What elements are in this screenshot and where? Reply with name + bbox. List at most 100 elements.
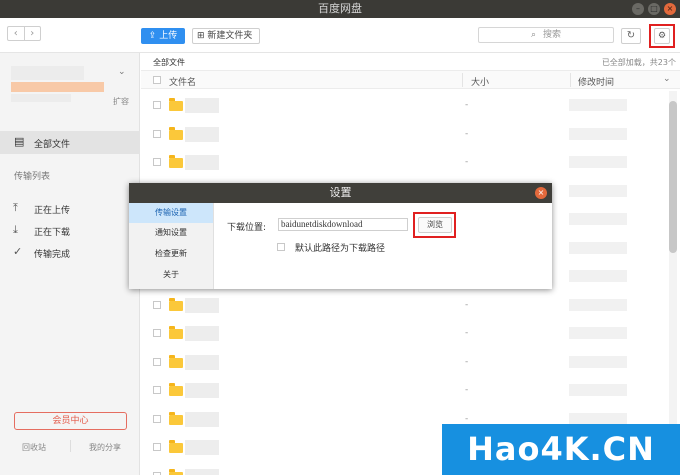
column-header-size[interactable]: 大小: [471, 75, 489, 88]
table-row[interactable]: -: [141, 91, 666, 120]
row-checkbox[interactable]: [153, 443, 161, 451]
table-row[interactable]: -: [141, 120, 666, 149]
file-name-redacted: [185, 383, 219, 398]
modified-date-redacted: [569, 156, 627, 168]
expand-storage-link[interactable]: 扩容: [113, 96, 129, 107]
modified-date-redacted: [569, 127, 627, 140]
dialog-title: 设置: [329, 186, 352, 199]
dialog-titlebar: 设置 ×: [129, 183, 552, 203]
row-checkbox[interactable]: [153, 471, 161, 475]
file-size: -: [465, 413, 469, 424]
file-name-redacted: [185, 326, 219, 341]
default-path-label[interactable]: 默认此路径为下载路径: [295, 241, 385, 254]
chevron-down-icon[interactable]: ⌄: [663, 74, 671, 84]
file-size: -: [465, 100, 469, 110]
folder-icon: [169, 98, 183, 111]
column-divider[interactable]: [570, 73, 571, 87]
table-row[interactable]: -: [141, 291, 666, 320]
new-folder-label: 新建文件夹: [207, 31, 253, 41]
table-row[interactable]: -: [141, 148, 666, 177]
upload-button[interactable]: ⇪ 上传: [141, 28, 185, 44]
sidebar: ⌄ 扩容 ▤ 全部文件 传输列表 ⤒ 正在上传 ⤓ 正在下载 ✓ 传输完成 会员…: [0, 53, 140, 475]
row-checkbox[interactable]: [153, 329, 161, 337]
column-divider[interactable]: [462, 73, 463, 87]
sidebar-item-uploading[interactable]: ⤒ 正在上传: [0, 198, 140, 218]
tab-transfer-settings[interactable]: 传输设置: [129, 203, 213, 223]
file-name-redacted: [185, 468, 219, 475]
close-icon[interactable]: ×: [664, 3, 676, 15]
folder-icon: [169, 155, 183, 168]
row-checkbox[interactable]: [153, 357, 161, 366]
highlight-box-browse: [413, 212, 456, 238]
table-row[interactable]: -: [141, 348, 666, 377]
footer-divider: [70, 440, 71, 452]
sidebar-item-downloading[interactable]: ⤓ 正在下载: [0, 220, 140, 240]
back-arrow-icon[interactable]: ‹: [8, 27, 25, 40]
load-status: 已全部加载，共23个: [601, 58, 676, 67]
row-checkbox[interactable]: [153, 101, 161, 109]
tab-about[interactable]: 关于: [129, 265, 213, 285]
scrollbar[interactable]: [669, 91, 677, 475]
file-name-redacted: [185, 155, 219, 170]
tab-notification-settings[interactable]: 通知设置: [129, 223, 213, 243]
file-size: -: [465, 356, 469, 367]
table-row[interactable]: -: [141, 376, 666, 405]
forward-arrow-icon[interactable]: ›: [25, 27, 41, 40]
table-row[interactable]: -: [141, 319, 666, 348]
file-name-redacted: [185, 440, 219, 455]
file-size: -: [465, 328, 469, 338]
row-checkbox[interactable]: [153, 414, 161, 423]
watermark-logo: Hao4K.CN: [442, 424, 680, 475]
search-input[interactable]: ⌕ 搜索: [478, 27, 614, 43]
toolbar: ‹ › ⇪ 上传 ⊞ 新建文件夹 ⌕ 搜索 ↻ ⚙: [0, 18, 680, 53]
upload-arrow-icon: ⤒: [13, 201, 18, 214]
table-header: 文件名 大小 修改时间 ⌄: [141, 70, 680, 89]
sidebar-item-label: 传输完成: [34, 250, 71, 260]
close-icon[interactable]: ×: [535, 187, 547, 199]
row-checkbox[interactable]: [153, 300, 161, 309]
upload-icon: ⇪: [148, 31, 157, 41]
row-checkbox[interactable]: [153, 158, 161, 166]
row-checkbox[interactable]: [153, 129, 161, 138]
settings-dialog: 设置 × 传输设置 通知设置 检查更新 关于 下载位置: baidunetdis…: [129, 183, 552, 289]
search-icon: ⌕: [531, 30, 537, 40]
download-path-field[interactable]: baidunetdiskdownload: [278, 218, 408, 231]
window-titlebar: 百度网盘 – □ ×: [0, 0, 680, 18]
maximize-icon[interactable]: □: [648, 3, 660, 15]
file-size: -: [465, 157, 469, 167]
modified-date-redacted: [569, 355, 627, 368]
row-checkbox[interactable]: [153, 386, 161, 394]
column-header-modified[interactable]: 修改时间: [578, 75, 614, 88]
sidebar-item-completed[interactable]: ✓ 传输完成: [0, 242, 140, 262]
tab-check-updates[interactable]: 检查更新: [129, 244, 213, 264]
column-header-name[interactable]: 文件名: [169, 75, 196, 88]
vip-center-button[interactable]: 会员中心: [14, 412, 127, 430]
select-all-checkbox[interactable]: [153, 76, 161, 84]
check-circle-icon: ✓: [13, 245, 23, 258]
chevron-down-icon[interactable]: ⌄: [118, 67, 126, 77]
modified-date-redacted: [569, 241, 627, 254]
refresh-button[interactable]: ↻: [621, 28, 641, 44]
modified-date-redacted: [569, 213, 627, 225]
file-name-redacted: [185, 126, 219, 142]
recycle-bin-link[interactable]: 回收站: [22, 442, 46, 453]
default-path-checkbox[interactable]: [277, 243, 285, 251]
transfer-list-heading: 传输列表: [14, 172, 51, 182]
folder-icon: [169, 126, 183, 140]
minimize-icon[interactable]: –: [632, 3, 644, 15]
scrollbar-thumb[interactable]: [669, 101, 677, 253]
account-name-redacted: [11, 66, 84, 80]
folder-icon: [169, 326, 183, 339]
my-shares-link[interactable]: 我的分享: [89, 442, 121, 453]
modified-date-redacted: [569, 184, 627, 197]
folder-icon: [169, 468, 183, 475]
folder-icon: [169, 440, 183, 453]
modified-date-redacted: [569, 327, 627, 339]
history-nav: ‹ ›: [7, 26, 41, 41]
new-folder-button[interactable]: ⊞ 新建文件夹: [192, 28, 260, 44]
breadcrumb[interactable]: 全部文件: [153, 57, 185, 68]
modified-date-redacted: [569, 298, 627, 311]
sidebar-item-label: 正在上传: [34, 206, 71, 216]
sidebar-item-all-files[interactable]: ▤ 全部文件: [0, 131, 140, 154]
account-info-redacted: [11, 94, 71, 102]
